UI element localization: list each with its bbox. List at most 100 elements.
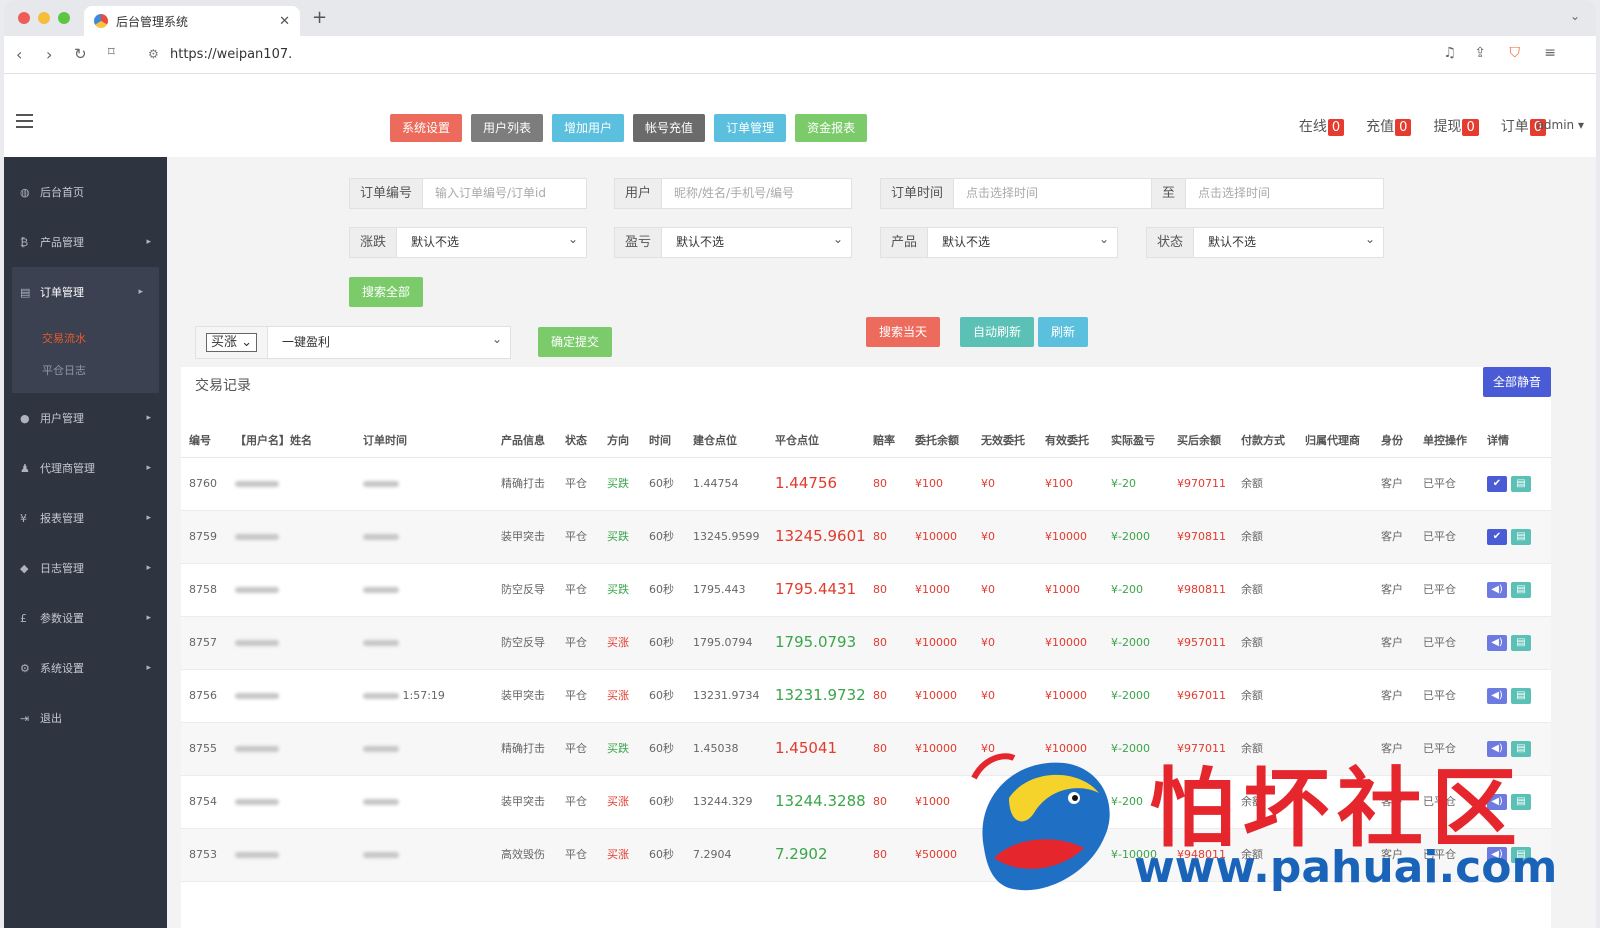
browser-tab[interactable]: 后台管理系统 ✕ — [84, 6, 300, 36]
stat-2[interactable]: 提现 0 — [1433, 116, 1479, 136]
sound-icon[interactable]: ◀) — [1487, 741, 1507, 757]
time-end-input[interactable]: 点击选择时间 — [1186, 179, 1383, 208]
sidebar-item-2[interactable]: ▤ 订单管理 ▸ — [12, 267, 159, 317]
sidebar-item-8[interactable]: ⚙ 系统设置 ▸ — [4, 643, 167, 693]
column-header-0: 编号 — [181, 405, 227, 458]
cell-close-price: 1.45041 — [767, 722, 865, 776]
new-tab-icon[interactable]: + — [312, 7, 327, 28]
cell-control-text: 已平仓 — [1423, 795, 1456, 808]
share-icon[interactable]: ⇪ — [1474, 45, 1486, 61]
media-icon[interactable]: ♫ — [1443, 45, 1456, 61]
sound-icon[interactable]: ◀) — [1487, 582, 1507, 598]
cell-open-price-text: 13244.329 — [693, 795, 753, 808]
order-no-input[interactable]: 输入订单编号/订单id — [423, 179, 586, 208]
cell-id-text: 8757 — [189, 636, 217, 649]
url-text[interactable]: https://weipan107. — [170, 47, 292, 62]
status-select[interactable]: 默认不选 — [1194, 225, 1383, 257]
top-button-2[interactable]: 增加用户 — [552, 114, 625, 142]
site-settings-icon[interactable]: ⚙ — [148, 47, 159, 61]
top-button-3[interactable]: 帐号充值 — [633, 114, 706, 142]
cell-odds: 80 — [865, 775, 907, 829]
direction-select[interactable]: 买涨 ⌄ — [206, 333, 258, 352]
cell-balance-text: ¥967011 — [1177, 689, 1226, 702]
details-icon[interactable]: ▤ — [1511, 476, 1531, 492]
sidebar-item-9[interactable]: ⇥ 退出 — [4, 693, 167, 743]
stat-0[interactable]: 在线 0 — [1299, 116, 1345, 136]
column-header-12: 有效委托 — [1037, 405, 1103, 458]
search-all-button[interactable]: 搜索全部 — [349, 277, 423, 307]
sound-icon[interactable]: ◀) — [1487, 635, 1507, 651]
sound-icon[interactable]: ◀) — [1487, 847, 1507, 863]
top-button-1[interactable]: 用户列表 — [471, 114, 544, 142]
cell-close-price: 1795.0793 — [767, 616, 865, 670]
rise-select[interactable]: 默认不选 — [397, 225, 586, 257]
auto-refresh-button[interactable]: 自动刷新 — [960, 317, 1034, 347]
brave-shield-icon[interactable]: ⛉ — [1510, 45, 1521, 61]
bookmark-icon[interactable]: ⌑ — [108, 45, 115, 60]
sidebar-item-6[interactable]: ◆ 日志管理 ▸ — [4, 543, 167, 593]
cell-direction-text: 买跌 — [607, 477, 629, 490]
search-today-button[interactable]: 搜索当天 — [866, 317, 940, 347]
mute-all-button[interactable]: 全部静音 — [1483, 367, 1551, 397]
cell-pl-text: ¥-200 — [1111, 583, 1143, 596]
sidebar-item-7[interactable]: £ 参数设置 ▸ — [4, 593, 167, 643]
top-button-4[interactable]: 订单管理 — [714, 114, 787, 142]
cell-details: ◀) ▤ — [1479, 563, 1551, 617]
forward-icon[interactable]: › — [46, 45, 52, 64]
sidebar-item-label: 订单管理 — [40, 286, 84, 299]
user-label: 用户 — [615, 179, 663, 208]
mode-select[interactable]: 一键盈利 — [268, 324, 510, 358]
sidebar-item-0[interactable]: ◍ 后台首页 — [4, 167, 167, 217]
cell-open-price: 1795.443 — [685, 563, 767, 617]
back-icon[interactable]: ‹ — [16, 45, 22, 64]
cell-close-price-text: 7.2902 — [775, 845, 828, 863]
cell-invalid: ¥0 — [973, 616, 1037, 670]
time-to-label: 至 — [1151, 179, 1187, 208]
sidebar-subitem-0[interactable]: 交易流水 — [42, 323, 159, 355]
top-button-0[interactable]: 系统设置 — [390, 114, 463, 142]
sidebar-item-5[interactable]: ¥ 报表管理 ▸ — [4, 493, 167, 543]
sidebar-item-label: 系统设置 — [40, 662, 84, 675]
details-icon[interactable]: ▤ — [1511, 529, 1531, 545]
sidebar-item-1[interactable]: ₿ 产品管理 ▸ — [4, 217, 167, 267]
cell-duration: 60秒 — [641, 722, 685, 776]
details-icon[interactable]: ▤ — [1511, 688, 1531, 704]
minimize-window-button[interactable] — [38, 12, 50, 24]
check-icon[interactable]: ✔ — [1487, 476, 1507, 492]
cell-status-text: 平仓 — [565, 477, 587, 490]
cell-duration: 60秒 — [641, 775, 685, 829]
cell-agent — [1297, 457, 1373, 511]
details-icon[interactable]: ▤ — [1511, 794, 1531, 810]
sidebar-item-3[interactable]: ● 用户管理 ▸ — [4, 393, 167, 443]
details-icon[interactable]: ▤ — [1511, 741, 1531, 757]
close-tab-icon[interactable]: ✕ — [279, 14, 290, 29]
close-window-button[interactable] — [18, 12, 30, 24]
user-input[interactable]: 昵称/姓名/手机号/编号 — [662, 179, 851, 208]
admin-menu[interactable]: admin ▾ — [1537, 118, 1584, 132]
refresh-button[interactable]: 刷新 — [1038, 317, 1088, 347]
sound-icon[interactable]: ◀) — [1487, 794, 1507, 810]
cell-control: 已平仓 — [1415, 510, 1479, 564]
product-select[interactable]: 默认不选 — [928, 225, 1117, 257]
sound-icon[interactable]: ◀) — [1487, 688, 1507, 704]
details-icon[interactable]: ▤ — [1511, 635, 1531, 651]
hamburger-icon[interactable] — [16, 114, 33, 132]
cell-odds: 80 — [865, 669, 907, 723]
menu-icon[interactable]: ≡ — [1544, 45, 1556, 61]
details-icon[interactable]: ▤ — [1511, 847, 1531, 863]
cell-odds: 80 — [865, 457, 907, 511]
top-button-5[interactable]: 资金报表 — [795, 114, 868, 142]
pl-select[interactable]: 默认不选 — [662, 225, 851, 257]
tab-list-chevron-icon[interactable]: ⌄ — [1570, 9, 1580, 23]
sidebar-item-4[interactable]: ♟ 代理商管理 ▸ — [4, 443, 167, 493]
sidebar-subitem-1[interactable]: 平仓日志 — [42, 355, 159, 387]
maximize-window-button[interactable] — [58, 12, 70, 24]
details-icon[interactable]: ▤ — [1511, 582, 1531, 598]
confirm-submit-button[interactable]: 确定提交 — [538, 327, 612, 357]
stat-1[interactable]: 充值 0 — [1366, 116, 1412, 136]
reload-icon[interactable]: ↻ — [74, 45, 87, 63]
cell-control: 已平仓 — [1415, 563, 1479, 617]
time-start-input[interactable]: 点击选择时间 — [954, 179, 1151, 208]
cell-balance: ¥980811 — [1169, 563, 1233, 617]
check-icon[interactable]: ✔ — [1487, 529, 1507, 545]
